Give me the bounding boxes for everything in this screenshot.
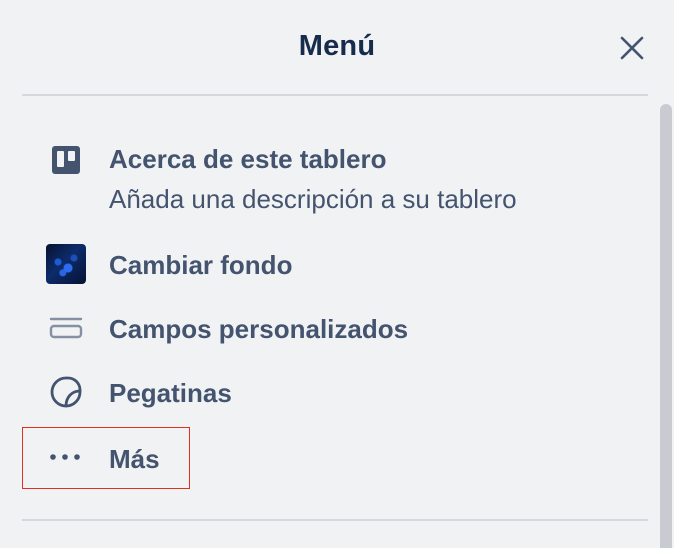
scrollbar[interactable] — [658, 104, 674, 548]
more-icon — [45, 437, 85, 477]
menu-item-label: Acerca de este tablero — [109, 144, 387, 174]
custom-fields-icon — [46, 308, 86, 348]
sticker-icon — [46, 372, 86, 412]
board-menu-panel: Menú Acerca de este tablero Añada una de… — [0, 0, 674, 548]
menu-title: Menú — [298, 30, 376, 62]
menu-item-label: Cambiar fondo — [109, 250, 293, 280]
board-icon — [46, 140, 86, 180]
section-divider — [22, 519, 648, 521]
scrollbar-thumb[interactable] — [660, 104, 672, 548]
close-icon — [620, 36, 644, 60]
menu-item-change-background[interactable]: Cambiar fondo — [22, 242, 642, 286]
menu-item-description: Añada una descripción a su tablero — [109, 184, 517, 214]
menu-item-stickers[interactable]: Pegatinas — [22, 370, 642, 414]
menu-item-more[interactable]: Más — [22, 427, 190, 489]
header-divider — [22, 94, 648, 96]
menu-item-label: Pegatinas — [109, 378, 232, 408]
menu-item-custom-fields[interactable]: Campos personalizados — [22, 306, 642, 350]
menu-item-label: Campos personalizados — [109, 314, 409, 344]
menu-item-about-board[interactable]: Acerca de este tablero Añada una descrip… — [22, 138, 642, 220]
background-thumbnail — [46, 244, 86, 284]
close-button[interactable] — [612, 28, 652, 68]
menu-header: Menú — [0, 0, 674, 96]
menu-item-label: Más — [109, 444, 160, 474]
